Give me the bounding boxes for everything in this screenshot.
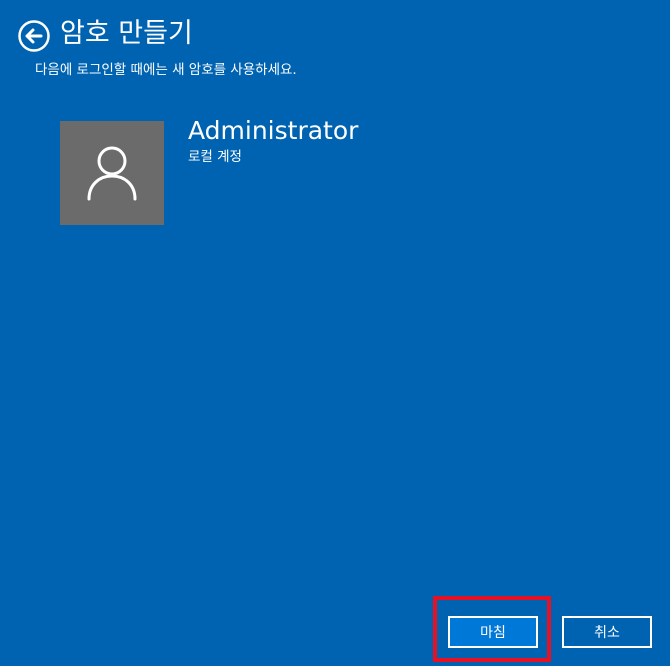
avatar <box>60 121 164 225</box>
finish-button[interactable]: 마침 <box>448 616 538 648</box>
cancel-button[interactable]: 취소 <box>562 616 652 648</box>
account-type: 로컬 계정 <box>188 149 242 165</box>
page-title: 암호 만들기 <box>60 18 193 49</box>
page-subtitle: 다음에 로그인할 때에는 새 암호를 사용하세요. <box>35 62 297 78</box>
back-arrow-icon <box>18 20 50 52</box>
back-button[interactable] <box>18 20 50 52</box>
user-icon <box>87 146 137 201</box>
account-name: Administrator <box>188 116 359 145</box>
